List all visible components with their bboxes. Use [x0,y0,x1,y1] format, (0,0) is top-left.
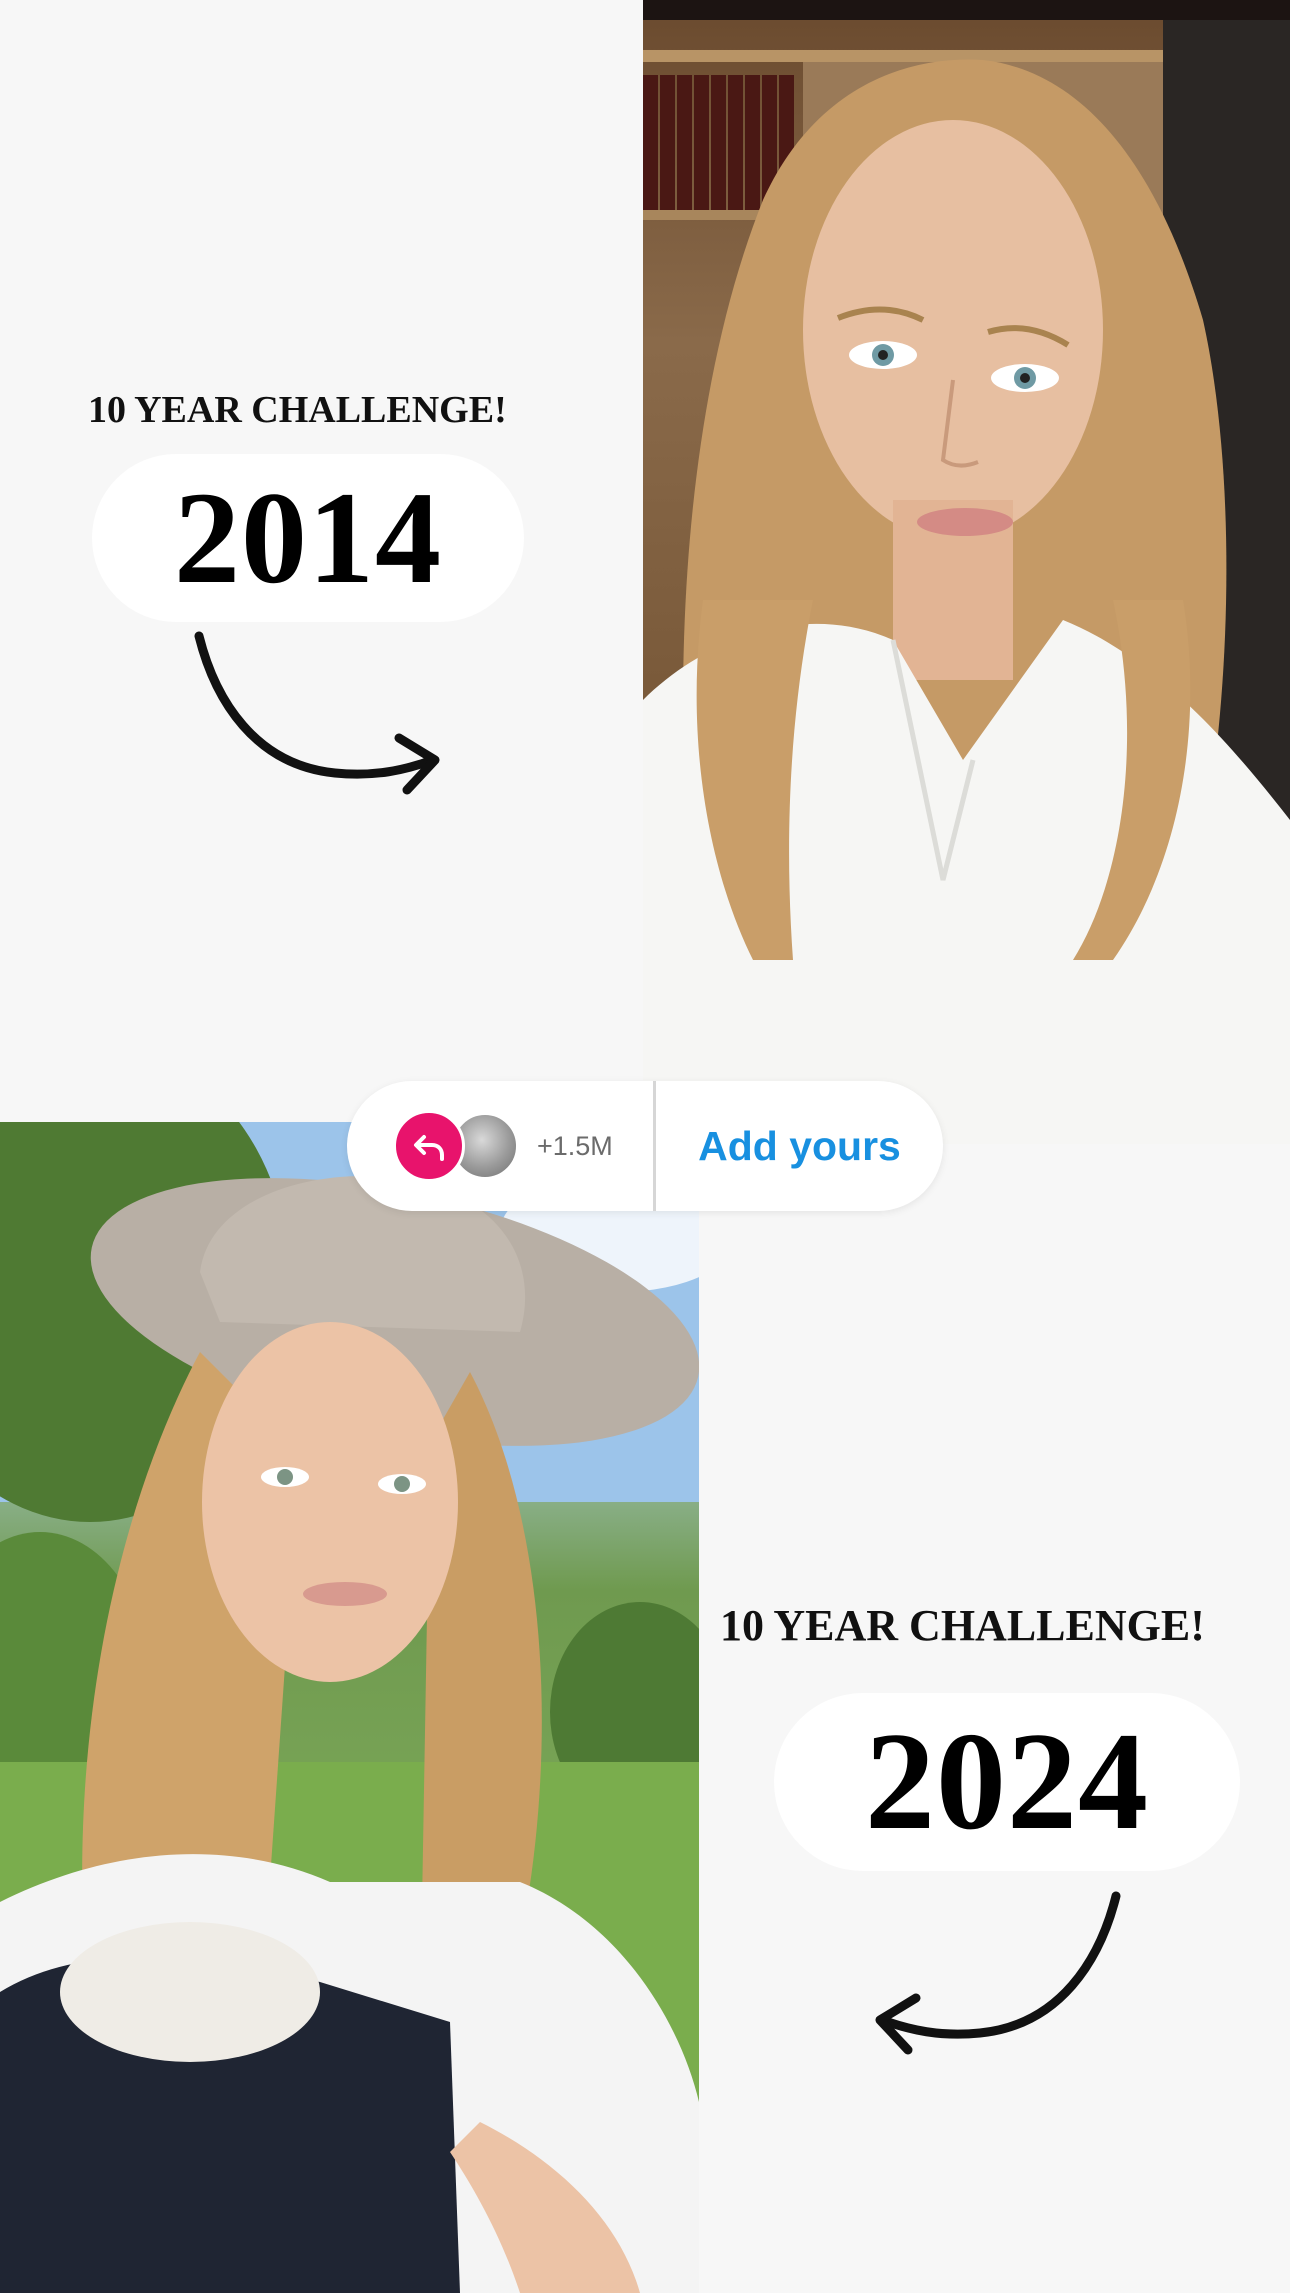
photo-2014 [643,0,1290,1144]
curved-arrow-left-icon [875,1891,1121,2055]
participant-count: +1.5M [537,1130,613,1161]
participants-group[interactable]: +1.5M [347,1081,653,1211]
add-yours-sticker[interactable]: +1.5M Add yours [347,1081,943,1211]
year-label-2014: 2014 [174,464,442,611]
photo-2024 [0,1122,699,2293]
portrait-2014-image [643,0,1290,1144]
year-label-2024: 2024 [865,1704,1149,1859]
add-yours-button[interactable]: Add yours [656,1081,943,1211]
top-text-panel: 10 YEAR CHALLENGE! 2014 [0,0,643,1122]
story-canvas: 10 YEAR CHALLENGE! 2014 10 YEAR CHALLENG… [0,0,1290,2293]
curved-arrow-right-icon [194,631,440,795]
challenge-title-2014: 10 YEAR CHALLENGE! [88,389,507,431]
portrait-2024-image [0,1122,699,2293]
challenge-title-2024: 10 YEAR CHALLENGE! [720,1601,1205,1650]
reply-arrow-icon [393,1110,465,1182]
year-pill-2024: 2024 [774,1693,1240,1871]
year-pill-2014: 2014 [92,454,524,622]
